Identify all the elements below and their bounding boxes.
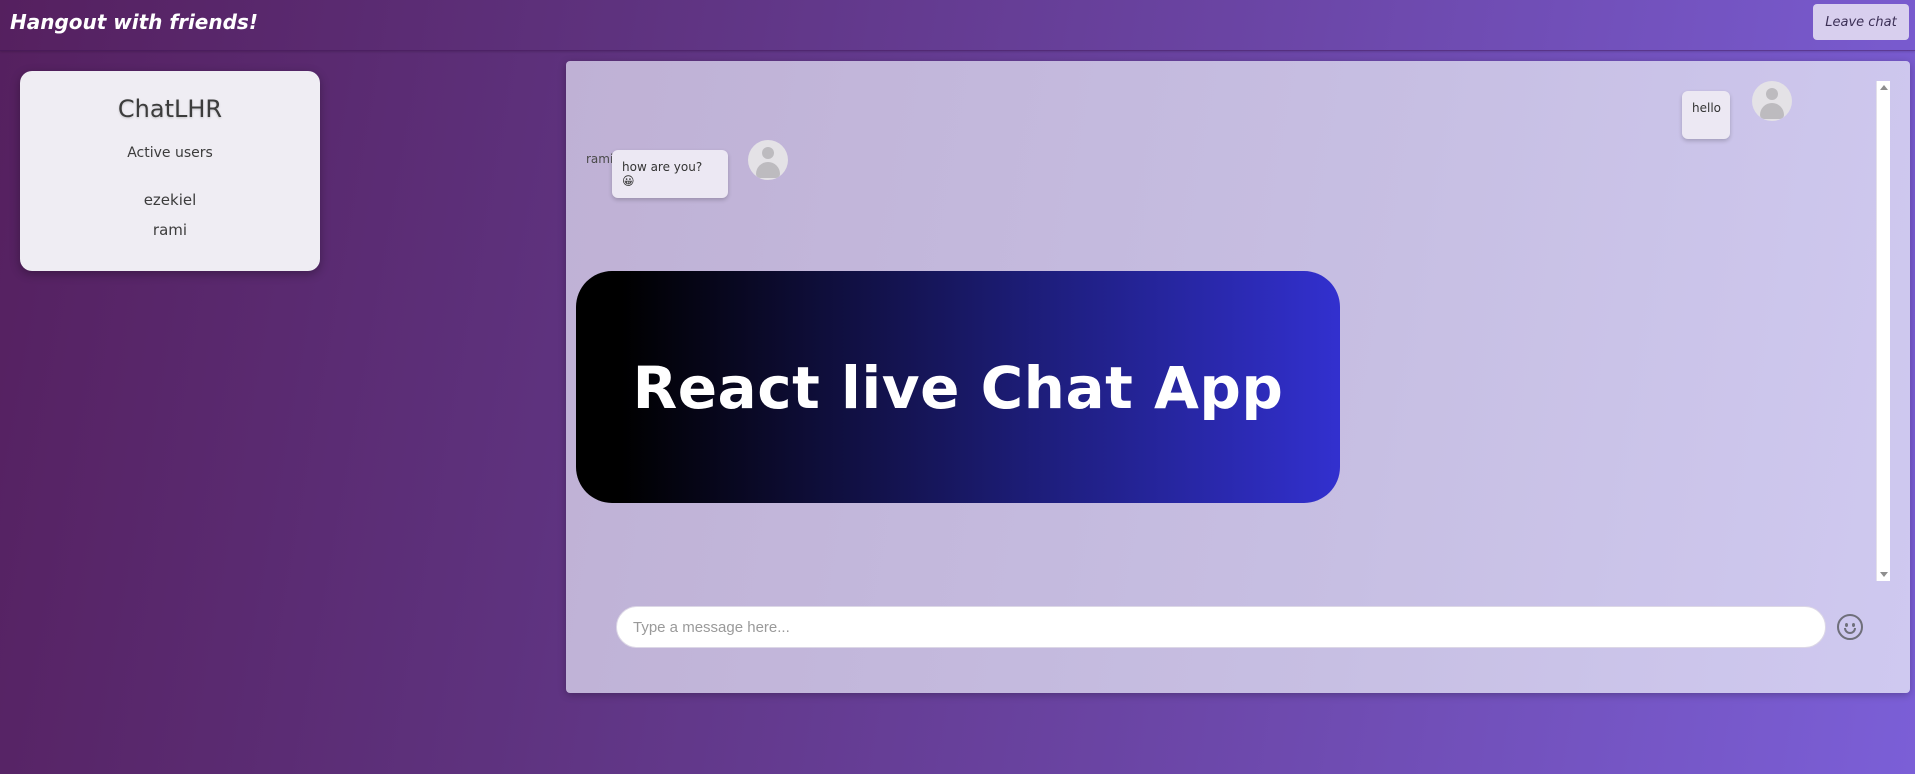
message-sender-name: rami: [586, 152, 614, 166]
react-chat-banner-image: React live Chat App: [576, 271, 1340, 503]
active-users-list: ezekiel rami: [20, 191, 320, 251]
active-user-item: ezekiel: [143, 191, 197, 209]
messages-scrollbar[interactable]: [1876, 81, 1890, 581]
chat-panel: hello rami how are you? 😀 React live Cha…: [566, 61, 1910, 693]
message-bubble-own: hello: [1682, 91, 1730, 139]
smiley-face-icon[interactable]: [1837, 614, 1863, 640]
message-input[interactable]: [616, 606, 1826, 648]
message-text: hello: [1692, 101, 1721, 115]
user-avatar-icon: [1752, 81, 1792, 121]
scroll-up-icon[interactable]: [1880, 85, 1888, 90]
top-bar: Hangout with friends! Leave chat: [0, 0, 1915, 51]
scroll-down-icon[interactable]: [1880, 572, 1888, 577]
leave-chat-button[interactable]: Leave chat: [1813, 4, 1909, 40]
banner-text: React live Chat App: [632, 354, 1284, 422]
user-avatar-icon: [748, 140, 788, 180]
message-bubble-other: how are you? 😀: [612, 150, 728, 198]
sidebar-panel: ChatLHR Active users ezekiel rami: [20, 71, 320, 271]
active-users-heading: Active users: [127, 145, 213, 161]
active-user-item: rami: [152, 221, 188, 239]
message-text: how are you? 😀: [622, 160, 703, 188]
app-title: Hangout with friends!: [10, 10, 258, 34]
brand-title: ChatLHR: [117, 95, 223, 123]
